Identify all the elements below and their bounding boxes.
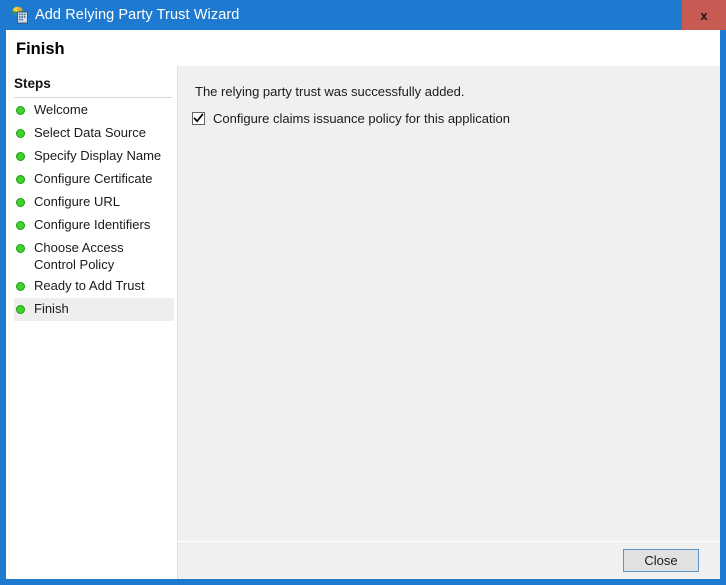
sidebar-item-finish[interactable]: Finish	[14, 298, 174, 321]
wizard-window: Add Relying Party Trust Wizard x Finish …	[0, 0, 726, 585]
header-band: Finish	[6, 30, 720, 66]
configure-claims-issuance-policy-checkbox[interactable]	[192, 112, 205, 125]
step-status-icon	[16, 305, 25, 314]
sidebar-item-label: Configure Certificate	[34, 171, 153, 186]
sidebar-item-specify-display-name[interactable]: Specify Display Name	[6, 145, 177, 168]
sidebar-item-label: Specify Display Name	[34, 148, 162, 163]
sidebar-item-label: Finish	[34, 301, 69, 316]
configure-claims-issuance-policy-label: Configure claims issuance policy for thi…	[213, 111, 510, 126]
sidebar-item-welcome[interactable]: Welcome	[6, 99, 177, 122]
sidebar-item-label: Configure URL	[34, 194, 120, 209]
step-status-icon	[16, 244, 25, 253]
steps-list: Welcome Select Data Source Specify Displ…	[6, 99, 177, 321]
close-button[interactable]: Close	[623, 549, 699, 572]
sidebar-item-select-data-source[interactable]: Select Data Source	[6, 122, 177, 145]
sidebar-item-label: Welcome	[34, 102, 88, 117]
content-inner: The relying party trust was successfully…	[178, 66, 720, 541]
sidebar-item-label: Configure Identifiers	[34, 217, 151, 232]
steps-divider	[14, 97, 172, 98]
sidebar-item-configure-identifiers[interactable]: Configure Identifiers	[6, 214, 177, 237]
body-region: Steps Welcome Select Data Source Specify…	[6, 66, 720, 579]
content-pane: The relying party trust was successfully…	[177, 66, 720, 579]
relying-party-trust-icon	[11, 6, 29, 24]
step-status-icon	[16, 129, 25, 138]
sidebar-item-label: Choose Access Control Policy	[34, 240, 124, 272]
sidebar-item-label: Ready to Add Trust	[34, 278, 145, 293]
sidebar-item-configure-url[interactable]: Configure URL	[6, 191, 177, 214]
steps-header: Steps	[14, 76, 51, 91]
footer-bar: Close	[177, 542, 720, 579]
step-status-icon	[16, 152, 25, 161]
configure-claims-issuance-policy-row[interactable]: Configure claims issuance policy for thi…	[192, 110, 510, 127]
step-status-icon	[16, 198, 25, 207]
success-message: The relying party trust was successfully…	[195, 84, 465, 99]
step-status-icon	[16, 175, 25, 184]
sidebar-item-configure-certificate[interactable]: Configure Certificate	[6, 168, 177, 191]
step-status-icon	[16, 282, 25, 291]
sidebar-item-ready-to-add-trust[interactable]: Ready to Add Trust	[6, 275, 177, 298]
window-close-icon[interactable]: x	[682, 0, 726, 30]
title-bar: Add Relying Party Trust Wizard x	[0, 0, 726, 30]
steps-sidebar: Steps Welcome Select Data Source Specify…	[6, 66, 177, 579]
step-status-icon	[16, 106, 25, 115]
page-title: Finish	[16, 40, 65, 58]
window-title: Add Relying Party Trust Wizard	[35, 7, 240, 23]
sidebar-item-choose-access-control-policy[interactable]: Choose Access Control Policy	[6, 237, 177, 275]
step-status-icon	[16, 221, 25, 230]
sidebar-item-label: Select Data Source	[34, 125, 147, 140]
